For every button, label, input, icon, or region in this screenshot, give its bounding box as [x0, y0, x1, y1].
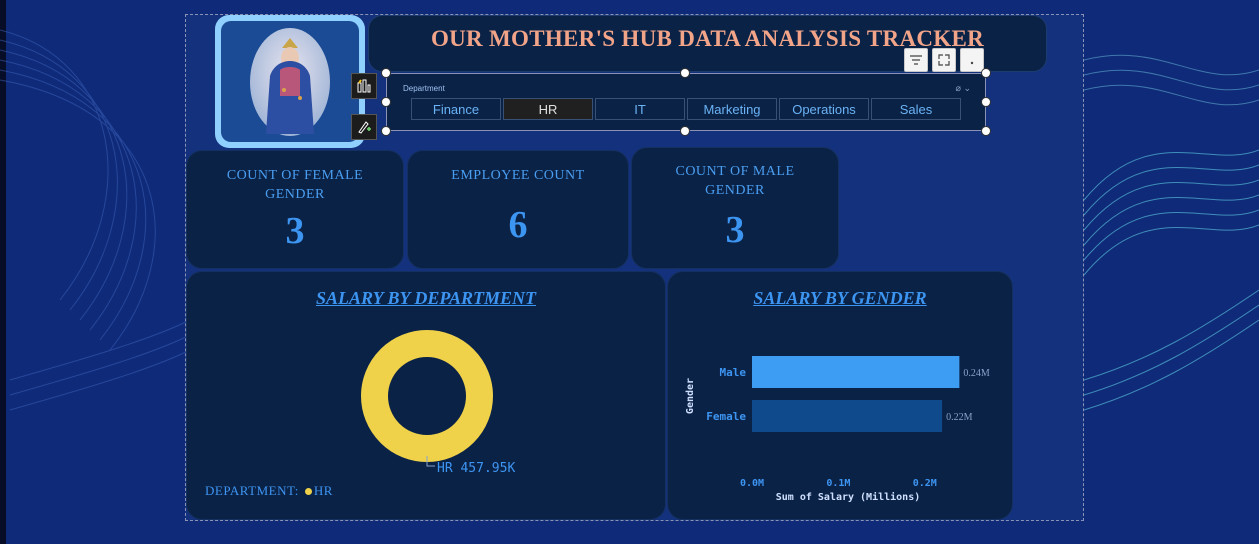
- donut-slice-hr[interactable]: [361, 330, 493, 462]
- slicer-options: Finance HR IT Marketing Operations Sales: [411, 98, 961, 120]
- slicer-option-hr[interactable]: HR: [503, 98, 593, 120]
- slicer-option-it[interactable]: IT: [595, 98, 685, 120]
- eraser-icon[interactable]: ⌀: [956, 83, 961, 93]
- legend: DEPARTMENT: HR: [205, 483, 333, 499]
- kpi-card-female: COUNT OF FEMALE GENDER 3: [186, 150, 404, 269]
- resize-handle[interactable]: [680, 68, 690, 78]
- bar-data-label: 0.24M: [963, 368, 990, 379]
- bar-female[interactable]: [752, 400, 943, 432]
- kpi-card-male: COUNT OF MALE GENDER 3: [631, 147, 839, 269]
- x-tick-label: 0.2M: [913, 478, 937, 489]
- focus-mode-icon[interactable]: [932, 48, 956, 72]
- slicer-option-operations[interactable]: Operations: [779, 98, 869, 120]
- chevron-down-icon[interactable]: ⌄: [963, 83, 971, 93]
- donut-data-label: HR 457.95K: [437, 461, 515, 476]
- salary-by-gender-card: SALARY BY GENDER Male 0.24M Female 0.22M 0.0…: [667, 271, 1013, 520]
- x-axis-label: Sum of Salary (Millions): [776, 491, 921, 503]
- legend-dot: [304, 487, 312, 495]
- salary-by-department-card: SALARY BY DEPARTMENT HR 457.95K DEPARTME…: [186, 271, 666, 520]
- kpi-label-line: COUNT OF FEMALE: [226, 168, 364, 183]
- resize-handle[interactable]: [981, 126, 991, 136]
- kpi-label-line: COUNT OF MALE: [675, 164, 795, 179]
- kpi-label-line: GENDER: [705, 183, 765, 198]
- slicer-option-sales[interactable]: Sales: [871, 98, 961, 120]
- resize-handle[interactable]: [381, 68, 391, 78]
- resize-handle[interactable]: [680, 126, 690, 136]
- logo-image: [221, 21, 359, 142]
- kpi-label-line: GENDER: [265, 187, 325, 202]
- x-tick-label: 0.1M: [826, 478, 850, 489]
- slicer-header-icons: ⌀ ⌄: [956, 83, 971, 94]
- bar-chart: Male 0.24M Female 0.22M 0.0M 0.1M 0.2M Sum of S…: [685, 356, 990, 503]
- category-label: Male: [720, 366, 747, 379]
- visual-build-icon[interactable]: [351, 73, 377, 99]
- kpi-label: COUNT OF MALE GENDER: [632, 162, 838, 200]
- kpi-value: 6: [508, 204, 528, 246]
- resize-handle[interactable]: [381, 126, 391, 136]
- kpi-card-employees: EMPLOYEE COUNT 6: [407, 150, 629, 269]
- x-tick-label: 0.0M: [740, 478, 764, 489]
- virgin-mary-portrait-icon: [250, 27, 330, 136]
- kpi-label: COUNT OF FEMALE GENDER: [187, 166, 403, 204]
- slicer-option-marketing[interactable]: Marketing: [687, 98, 777, 120]
- kpi-label: EMPLOYEE COUNT: [451, 168, 585, 183]
- resize-handle[interactable]: [381, 97, 391, 107]
- slicer-option-finance[interactable]: Finance: [411, 98, 501, 120]
- bar-male[interactable]: [752, 356, 960, 388]
- kpi-value: 3: [725, 209, 745, 251]
- legend-title: DEPARTMENT:: [205, 483, 299, 498]
- bar-data-label: 0.22M: [946, 412, 973, 423]
- category-label: Female: [706, 410, 746, 423]
- filter-icon[interactable]: [904, 48, 928, 72]
- resize-handle[interactable]: [981, 97, 991, 107]
- more-options-icon[interactable]: [960, 48, 984, 72]
- resize-handle[interactable]: [981, 68, 991, 78]
- legend-item-label: HR: [313, 483, 333, 498]
- format-visual-icon[interactable]: [351, 114, 377, 140]
- legend-item-hr[interactable]: HR: [304, 483, 333, 499]
- y-axis-label: Gender: [685, 378, 696, 414]
- visual-header-toolbar: [904, 48, 984, 72]
- department-slicer: Department ⌀ ⌄ Finance HR IT Marketing O…: [386, 73, 986, 131]
- slicer-label: Department: [403, 84, 445, 93]
- kpi-value: 3: [285, 210, 305, 252]
- logo-frame: [215, 15, 365, 148]
